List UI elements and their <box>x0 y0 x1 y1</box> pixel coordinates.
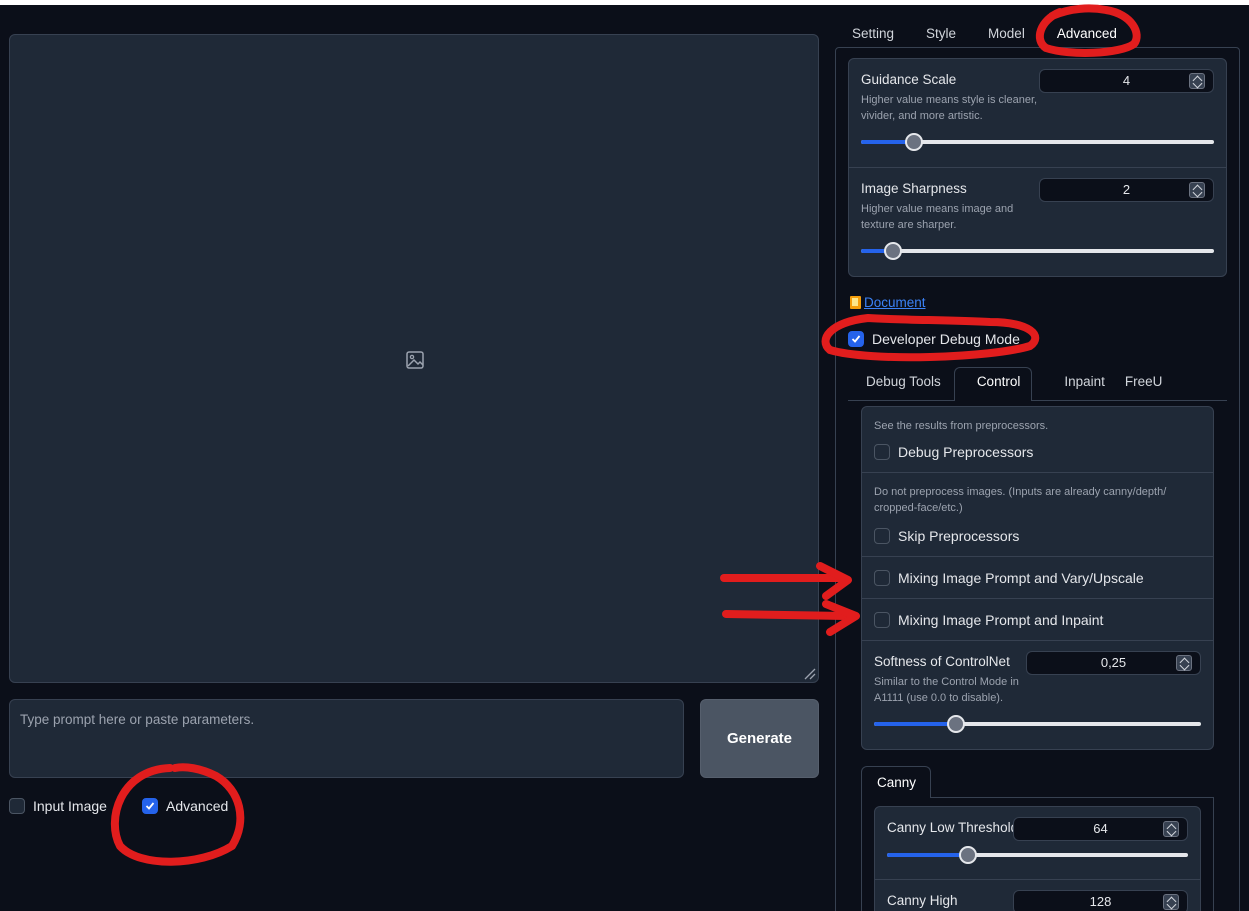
spinner-icon[interactable] <box>1189 73 1205 89</box>
softness-input[interactable]: 0,25 <box>1026 651 1201 675</box>
developer-debug-mode-checkbox[interactable]: Developer Debug Mode <box>848 331 1020 347</box>
tab-baseline <box>1032 400 1227 401</box>
canny-low-input[interactable]: 64 <box>1013 817 1188 841</box>
slider-fill <box>887 853 969 857</box>
divider <box>862 556 1213 557</box>
check-icon <box>145 802 155 810</box>
mixing-vary-label: Mixing Image Prompt and Vary/Upscale <box>898 570 1144 586</box>
slider-thumb[interactable] <box>959 846 978 864</box>
divider <box>862 598 1213 599</box>
generate-button[interactable]: Generate <box>700 699 819 778</box>
main-tabs: Setting Style Model Advanced <box>836 26 1133 41</box>
annotation-circle-advanced-checkbox <box>110 763 245 866</box>
tab-control[interactable]: Control <box>957 374 1049 389</box>
document-link-text[interactable]: Document <box>864 295 926 310</box>
mixing-inpaint-checkbox[interactable]: Mixing Image Prompt and Inpaint <box>874 612 1103 628</box>
guidance-scale-value: 4 <box>1122 73 1131 88</box>
canny-low-slider[interactable] <box>887 845 1188 865</box>
checkbox-box[interactable] <box>9 798 25 814</box>
skip-preprocessors-info: Do not preprocess images. (Inputs are al… <box>874 486 1167 514</box>
image-sharpness-title: Image Sharpness <box>861 181 967 196</box>
mixing-inpaint-label: Mixing Image Prompt and Inpaint <box>898 612 1104 628</box>
softness-slider[interactable] <box>874 714 1201 734</box>
resize-handle-icon[interactable] <box>802 666 816 680</box>
divider <box>862 640 1213 641</box>
softness-value: 0,25 <box>1100 655 1127 670</box>
tab-inpaint[interactable]: Inpaint <box>1048 374 1121 389</box>
checkbox-box[interactable] <box>874 444 890 460</box>
image-canvas[interactable] <box>9 34 819 683</box>
tab-freeu[interactable]: FreeU <box>1121 374 1179 389</box>
tab-advanced[interactable]: Advanced <box>1041 26 1133 41</box>
canny-high-title: Canny High <box>887 893 958 908</box>
mixing-vary-checkbox[interactable]: Mixing Image Prompt and Vary/Upscale <box>874 570 1144 586</box>
canny-tabs: Canny <box>861 775 932 790</box>
debug-tabs: Debug Tools Control Inpaint FreeU <box>850 374 1178 389</box>
checkbox-box[interactable] <box>874 570 890 586</box>
softness-title: Softness of ControlNet <box>874 654 1010 669</box>
slider-fill <box>874 722 956 726</box>
debug-preprocessors-info: See the results from preprocessors. <box>874 420 1049 432</box>
checkbox-box[interactable] <box>848 331 864 347</box>
slider-track <box>861 249 1214 253</box>
book-icon <box>850 296 861 309</box>
tab-model[interactable]: Model <box>972 26 1041 41</box>
image-sharpness-info: Higher value means image and texture are… <box>861 203 1014 231</box>
document-link[interactable]: Document <box>850 295 926 310</box>
guidance-scale-info: Higher value means style is cleaner, viv… <box>861 94 1038 122</box>
input-image-checkbox[interactable]: Input Image <box>9 798 107 814</box>
divider <box>849 167 1226 168</box>
image-sharpness-slider[interactable] <box>861 241 1214 261</box>
spinner-icon[interactable] <box>1163 821 1179 837</box>
spinner-icon[interactable] <box>1163 894 1179 910</box>
tab-baseline <box>848 400 954 401</box>
advanced-label: Advanced <box>166 798 229 814</box>
canny-low-value: 64 <box>1093 821 1108 836</box>
debug-preprocessors-checkbox[interactable]: Debug Preprocessors <box>874 444 1033 460</box>
spinner-icon[interactable] <box>1176 655 1192 671</box>
divider <box>875 879 1200 880</box>
slider-thumb[interactable] <box>946 715 965 733</box>
guidance-scale-slider[interactable] <box>861 132 1214 152</box>
input-image-label: Input Image <box>33 798 107 814</box>
image-sharpness-input[interactable]: 2 <box>1039 178 1214 202</box>
slider-thumb[interactable] <box>883 242 902 260</box>
prompt-input[interactable]: Type prompt here or paste parameters. <box>9 699 684 778</box>
tab-canny[interactable]: Canny <box>861 775 932 790</box>
debug-preprocessors-label: Debug Preprocessors <box>898 444 1034 460</box>
checkbox-box[interactable] <box>874 612 890 628</box>
spinner-icon[interactable] <box>1189 182 1205 198</box>
canny-high-value: 128 <box>1089 894 1112 909</box>
tab-style[interactable]: Style <box>910 26 972 41</box>
tab-debug-tools[interactable]: Debug Tools <box>850 374 957 389</box>
checkbox-box[interactable] <box>142 798 158 814</box>
skip-preprocessors-checkbox[interactable]: Skip Preprocessors <box>874 528 1019 544</box>
check-icon <box>851 335 861 343</box>
image-sharpness-value: 2 <box>1122 182 1131 197</box>
slider-thumb[interactable] <box>904 133 923 151</box>
developer-debug-mode-label: Developer Debug Mode <box>872 331 1020 347</box>
advanced-checkbox[interactable]: Advanced <box>142 798 228 814</box>
guidance-scale-title: Guidance Scale <box>861 72 957 87</box>
canny-high-input[interactable]: 128 <box>1013 890 1188 911</box>
top-edge <box>0 0 1249 5</box>
divider <box>862 472 1213 473</box>
tab-setting[interactable]: Setting <box>836 26 910 41</box>
softness-info: Similar to the Control Mode in A1111 (us… <box>874 676 1019 704</box>
image-placeholder-icon <box>406 351 424 369</box>
canny-low-title: Canny Low Threshold <box>887 820 1019 835</box>
guidance-scale-input[interactable]: 4 <box>1039 69 1214 93</box>
checkbox-box[interactable] <box>874 528 890 544</box>
skip-preprocessors-label: Skip Preprocessors <box>898 528 1020 544</box>
